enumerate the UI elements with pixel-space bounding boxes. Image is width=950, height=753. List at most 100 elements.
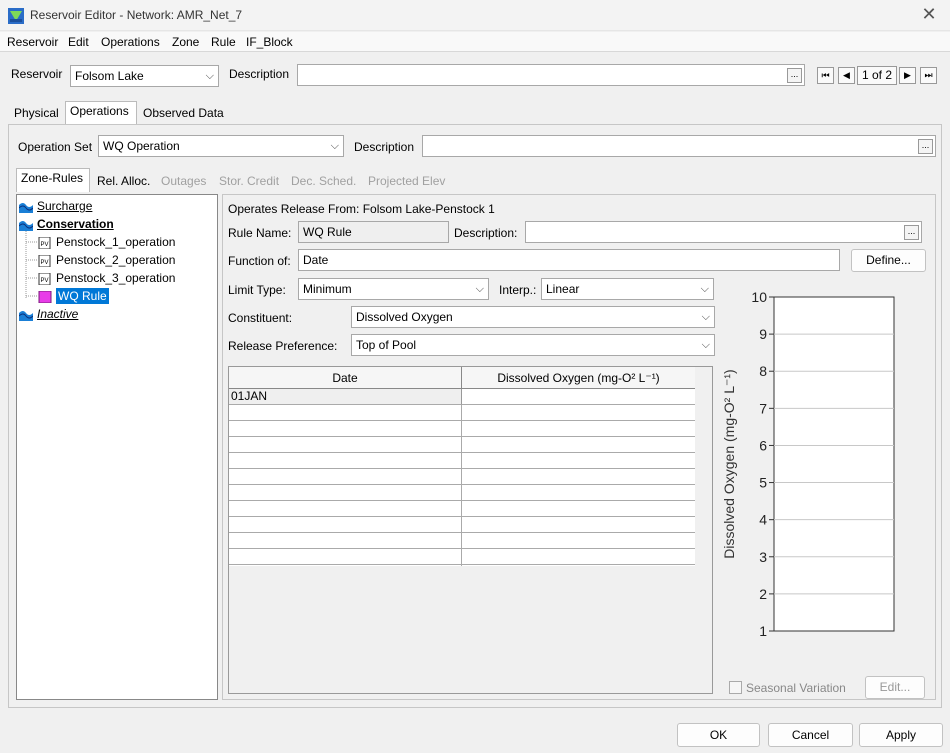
wq-rule-icon xyxy=(38,290,52,303)
chevron-down-icon: ⌵ xyxy=(330,140,339,152)
chart-y-tick-label: 10 xyxy=(751,289,767,305)
chart-y-axis-label: Dissolved Oxygen (mg-O² L⁻¹) xyxy=(721,369,737,558)
function-of-label: Function of: xyxy=(228,254,291,268)
tab-observed-data[interactable]: Observed Data xyxy=(139,104,229,123)
svg-text:PV: PV xyxy=(41,260,49,266)
interp-select[interactable]: Linear ⌵ xyxy=(541,278,714,300)
tab-physical[interactable]: Physical xyxy=(10,104,64,123)
chart-y-tick-label: 1 xyxy=(759,623,767,639)
menu-bar: Reservoir Edit Operations Zone Rule IF_B… xyxy=(0,32,950,52)
function-of-field[interactable]: Date xyxy=(298,249,840,271)
zone-icon xyxy=(19,220,33,231)
title-bar: Reservoir Editor - Network: AMR_Net_7 ✕ xyxy=(0,0,950,31)
cancel-button[interactable]: Cancel xyxy=(768,723,853,747)
menu-edit[interactable]: Edit xyxy=(68,35,89,49)
operation-set-value: WQ Operation xyxy=(103,139,180,153)
reservoir-description-browse-button[interactable]: ... xyxy=(787,68,802,83)
constituent-select[interactable]: Dissolved Oxygen ⌵ xyxy=(351,306,715,328)
menu-rule[interactable]: Rule xyxy=(211,35,236,49)
menu-operations[interactable]: Operations xyxy=(101,35,160,49)
edit-button: Edit... xyxy=(865,676,925,699)
ok-button[interactable]: OK xyxy=(677,723,760,747)
chart-y-tick-label: 9 xyxy=(759,326,767,342)
operation-set-description-browse-button[interactable]: ... xyxy=(918,139,933,154)
tab-dec-sched: Dec. Sched. xyxy=(291,174,357,188)
rule-name-field[interactable]: WQ Rule xyxy=(298,221,449,243)
rule-description-browse-button[interactable]: ... xyxy=(904,225,919,240)
rule-description-field[interactable]: ... xyxy=(525,221,922,243)
tree-item-inactive[interactable]: Inactive xyxy=(19,305,78,323)
do-chart: 1 2 3 4 5 6 7 8 9 10 Dissolved Oxygen (mg-O² L⁻¹) xyxy=(721,289,895,639)
chart-y-tick-label: 2 xyxy=(759,586,767,602)
tab-projected-elev: Projected Elev xyxy=(368,174,446,188)
chart-y-tick-label: 8 xyxy=(759,363,767,379)
zone-icon xyxy=(19,310,33,321)
operates-from-text: Operates Release From: Folsom Lake-Penst… xyxy=(228,202,495,216)
tree-item-penstock-2[interactable]: PV Penstock_2_operation xyxy=(38,251,175,269)
operation-set-description-label: Description xyxy=(354,140,415,154)
tree-item-surcharge[interactable]: Surcharge xyxy=(19,197,92,215)
chart-y-tick-label: 7 xyxy=(759,400,767,416)
seasonal-variation-checkbox[interactable] xyxy=(729,681,742,694)
release-preference-select[interactable]: Top of Pool ⌵ xyxy=(351,334,715,356)
column-header-dissolved-oxygen[interactable]: Dissolved Oxygen (mg-O² L⁻¹) xyxy=(462,367,695,389)
reservoir-description-label: Description xyxy=(229,67,290,81)
chevron-down-icon: ⌵ xyxy=(475,283,484,295)
operation-set-label: Operation Set xyxy=(18,140,93,154)
window-title: Reservoir Editor - Network: AMR_Net_7 xyxy=(30,8,243,22)
reservoir-label: Reservoir xyxy=(11,67,63,81)
release-preference-label: Release Preference: xyxy=(228,339,338,353)
table-cell-date[interactable]: 01JAN xyxy=(229,389,462,405)
reservoir-description-field[interactable]: ... xyxy=(297,64,805,86)
seasonal-variation-label: Seasonal Variation xyxy=(746,681,846,695)
operation-set-description-field[interactable]: ... xyxy=(422,135,936,157)
reservoir-select[interactable]: Folsom Lake ⌵ xyxy=(70,65,219,87)
tab-outages: Outages xyxy=(161,174,207,188)
chart-plot-area xyxy=(773,296,895,632)
first-record-icon[interactable]: ⏮ xyxy=(817,67,834,84)
svg-text:PV: PV xyxy=(41,242,49,248)
constituent-label: Constituent: xyxy=(228,311,293,325)
record-counter: 1 of 2 xyxy=(857,66,897,85)
menu-if-block[interactable]: IF_Block xyxy=(246,35,293,49)
document-icon: PV xyxy=(38,272,51,285)
rule-name-label: Rule Name: xyxy=(228,226,292,240)
chevron-down-icon: ⌵ xyxy=(701,311,710,323)
chart-y-tick-label: 6 xyxy=(759,437,767,453)
tree-item-conservation[interactable]: Conservation xyxy=(19,215,114,233)
close-icon[interactable]: ✕ xyxy=(918,4,940,25)
table-empty-rows[interactable] xyxy=(229,405,695,566)
tab-stor-credit: Stor. Credit xyxy=(219,174,280,188)
document-icon: PV xyxy=(38,236,51,249)
chevron-down-icon: ⌵ xyxy=(205,70,214,82)
tab-zone-rules[interactable]: Zone-Rules xyxy=(16,168,90,192)
tree-item-penstock-1[interactable]: PV Penstock_1_operation xyxy=(38,233,175,251)
chart-y-tick-label: 5 xyxy=(759,475,767,491)
table-cell-dissolved-oxygen[interactable] xyxy=(462,389,695,405)
interp-label: Interp.: xyxy=(499,283,537,297)
limit-type-label: Limit Type: xyxy=(228,283,286,297)
menu-reservoir[interactable]: Reservoir xyxy=(7,35,58,49)
apply-button[interactable]: Apply xyxy=(859,723,943,747)
last-record-icon[interactable]: ⏭ xyxy=(920,67,937,84)
chevron-down-icon: ⌵ xyxy=(701,339,710,351)
tree-item-wq-rule[interactable]: WQ Rule xyxy=(38,287,109,305)
zone-icon xyxy=(19,202,33,213)
tab-rel-alloc[interactable]: Rel. Alloc. xyxy=(93,172,157,191)
chart-y-tick-label: 4 xyxy=(759,512,767,528)
define-button[interactable]: Define... xyxy=(851,249,926,272)
reservoir-value: Folsom Lake xyxy=(75,69,144,83)
column-header-date[interactable]: Date xyxy=(229,367,462,389)
previous-record-icon[interactable]: ◀ xyxy=(838,67,855,84)
chevron-down-icon: ⌵ xyxy=(700,283,709,295)
tab-operations[interactable]: Operations xyxy=(65,101,137,125)
tree-item-penstock-3[interactable]: PV Penstock_3_operation xyxy=(38,269,175,287)
limit-type-select[interactable]: Minimum ⌵ xyxy=(298,278,489,300)
next-record-icon[interactable]: ▶ xyxy=(899,67,916,84)
menu-zone[interactable]: Zone xyxy=(172,35,199,49)
chart-y-tick-label: 3 xyxy=(759,549,767,565)
operation-set-select[interactable]: WQ Operation ⌵ xyxy=(98,135,344,157)
rule-table: Date Dissolved Oxygen (mg-O² L⁻¹) 01JAN xyxy=(229,367,695,566)
app-icon xyxy=(8,8,24,24)
rule-description-label: Description: xyxy=(454,226,518,240)
